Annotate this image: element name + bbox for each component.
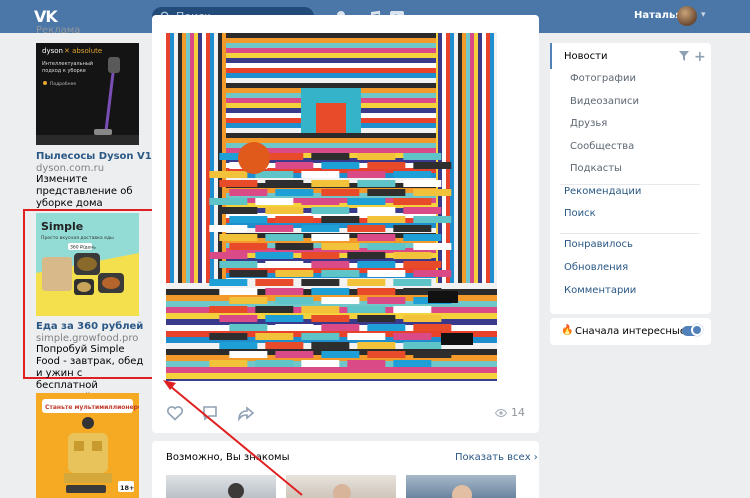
ad-image-lottery[interactable]: Станьте мультимиллионером! 18+	[36, 393, 139, 498]
toggle-knob[interactable]	[691, 324, 703, 336]
menu-item[interactable]: Видеозаписи	[570, 96, 639, 107]
ad-domain-2[interactable]: simple.growfood.pro	[36, 333, 138, 344]
ad-title-2[interactable]: Еда за 360 рублей	[36, 321, 143, 332]
friend-card[interactable]	[286, 475, 396, 498]
user-name[interactable]: Наталья	[634, 10, 682, 21]
toggle-label: Сначала интересные	[575, 326, 686, 337]
menu-item[interactable]: Комментарии	[564, 285, 636, 296]
svg-text:Интеллектуальный: Интеллектуальный	[42, 60, 93, 67]
vk-logo[interactable]: VK	[34, 7, 62, 26]
svg-text:dyson: dyson	[42, 47, 63, 55]
avatar[interactable]	[677, 6, 697, 26]
filter-icon[interactable]	[679, 51, 689, 61]
show-all-link[interactable]: Показать всех ›	[455, 452, 538, 463]
svg-text:Подробнее: Подробнее	[50, 81, 76, 87]
menu-item[interactable]: Понравилось	[564, 239, 633, 250]
menu-item[interactable]: Подкасты	[570, 163, 622, 174]
active-indicator	[550, 43, 552, 69]
menu-item[interactable]: Фотографии	[570, 73, 636, 84]
comment-icon[interactable]	[201, 404, 219, 422]
ads-label: Реклама	[36, 25, 81, 36]
ad-image-dyson[interactable]: dyson ✕ absolute Интеллектуальный подход…	[36, 43, 139, 145]
menu-item[interactable]: Друзья	[570, 118, 607, 129]
age-badge: 18+	[120, 484, 135, 492]
menu-divider	[560, 184, 700, 185]
menu-item[interactable]: Обновления	[564, 262, 628, 273]
views-counter: 14	[495, 406, 525, 419]
ad-description-1[interactable]: Измените представление об уборке дома	[36, 174, 144, 210]
svg-text:Станьте мультимиллионером!: Станьте мультимиллионером!	[45, 404, 139, 411]
ad-domain-1[interactable]: dyson.com.ru	[36, 163, 104, 174]
plus-icon[interactable]: +	[694, 49, 706, 65]
menu-item[interactable]: Рекомендации	[564, 186, 641, 197]
svg-text:подход к уборке: подход к уборке	[42, 68, 86, 74]
friends-title: Возможно, Вы знакомы	[166, 452, 290, 463]
chevron-down-icon[interactable]: ▾	[701, 10, 706, 20]
menu-item[interactable]: Сообщества	[570, 141, 634, 152]
friend-card[interactable]	[166, 475, 276, 498]
menu-divider	[560, 233, 700, 234]
share-icon[interactable]	[237, 404, 255, 422]
svg-text:✕ absolute: ✕ absolute	[64, 47, 102, 55]
ad-title-1[interactable]: Пылесосы Dyson V11	[36, 151, 159, 162]
like-icon[interactable]	[166, 404, 184, 422]
post-image[interactable]	[166, 33, 497, 381]
post-actions: 14	[152, 396, 539, 432]
menu-item[interactable]: Поиск	[564, 208, 596, 219]
eye-icon	[495, 408, 507, 417]
views-count: 14	[511, 406, 525, 419]
friend-card[interactable]	[406, 475, 516, 498]
menu-item[interactable]: Новости	[564, 51, 607, 62]
fire-icon: 🔥	[561, 325, 574, 336]
